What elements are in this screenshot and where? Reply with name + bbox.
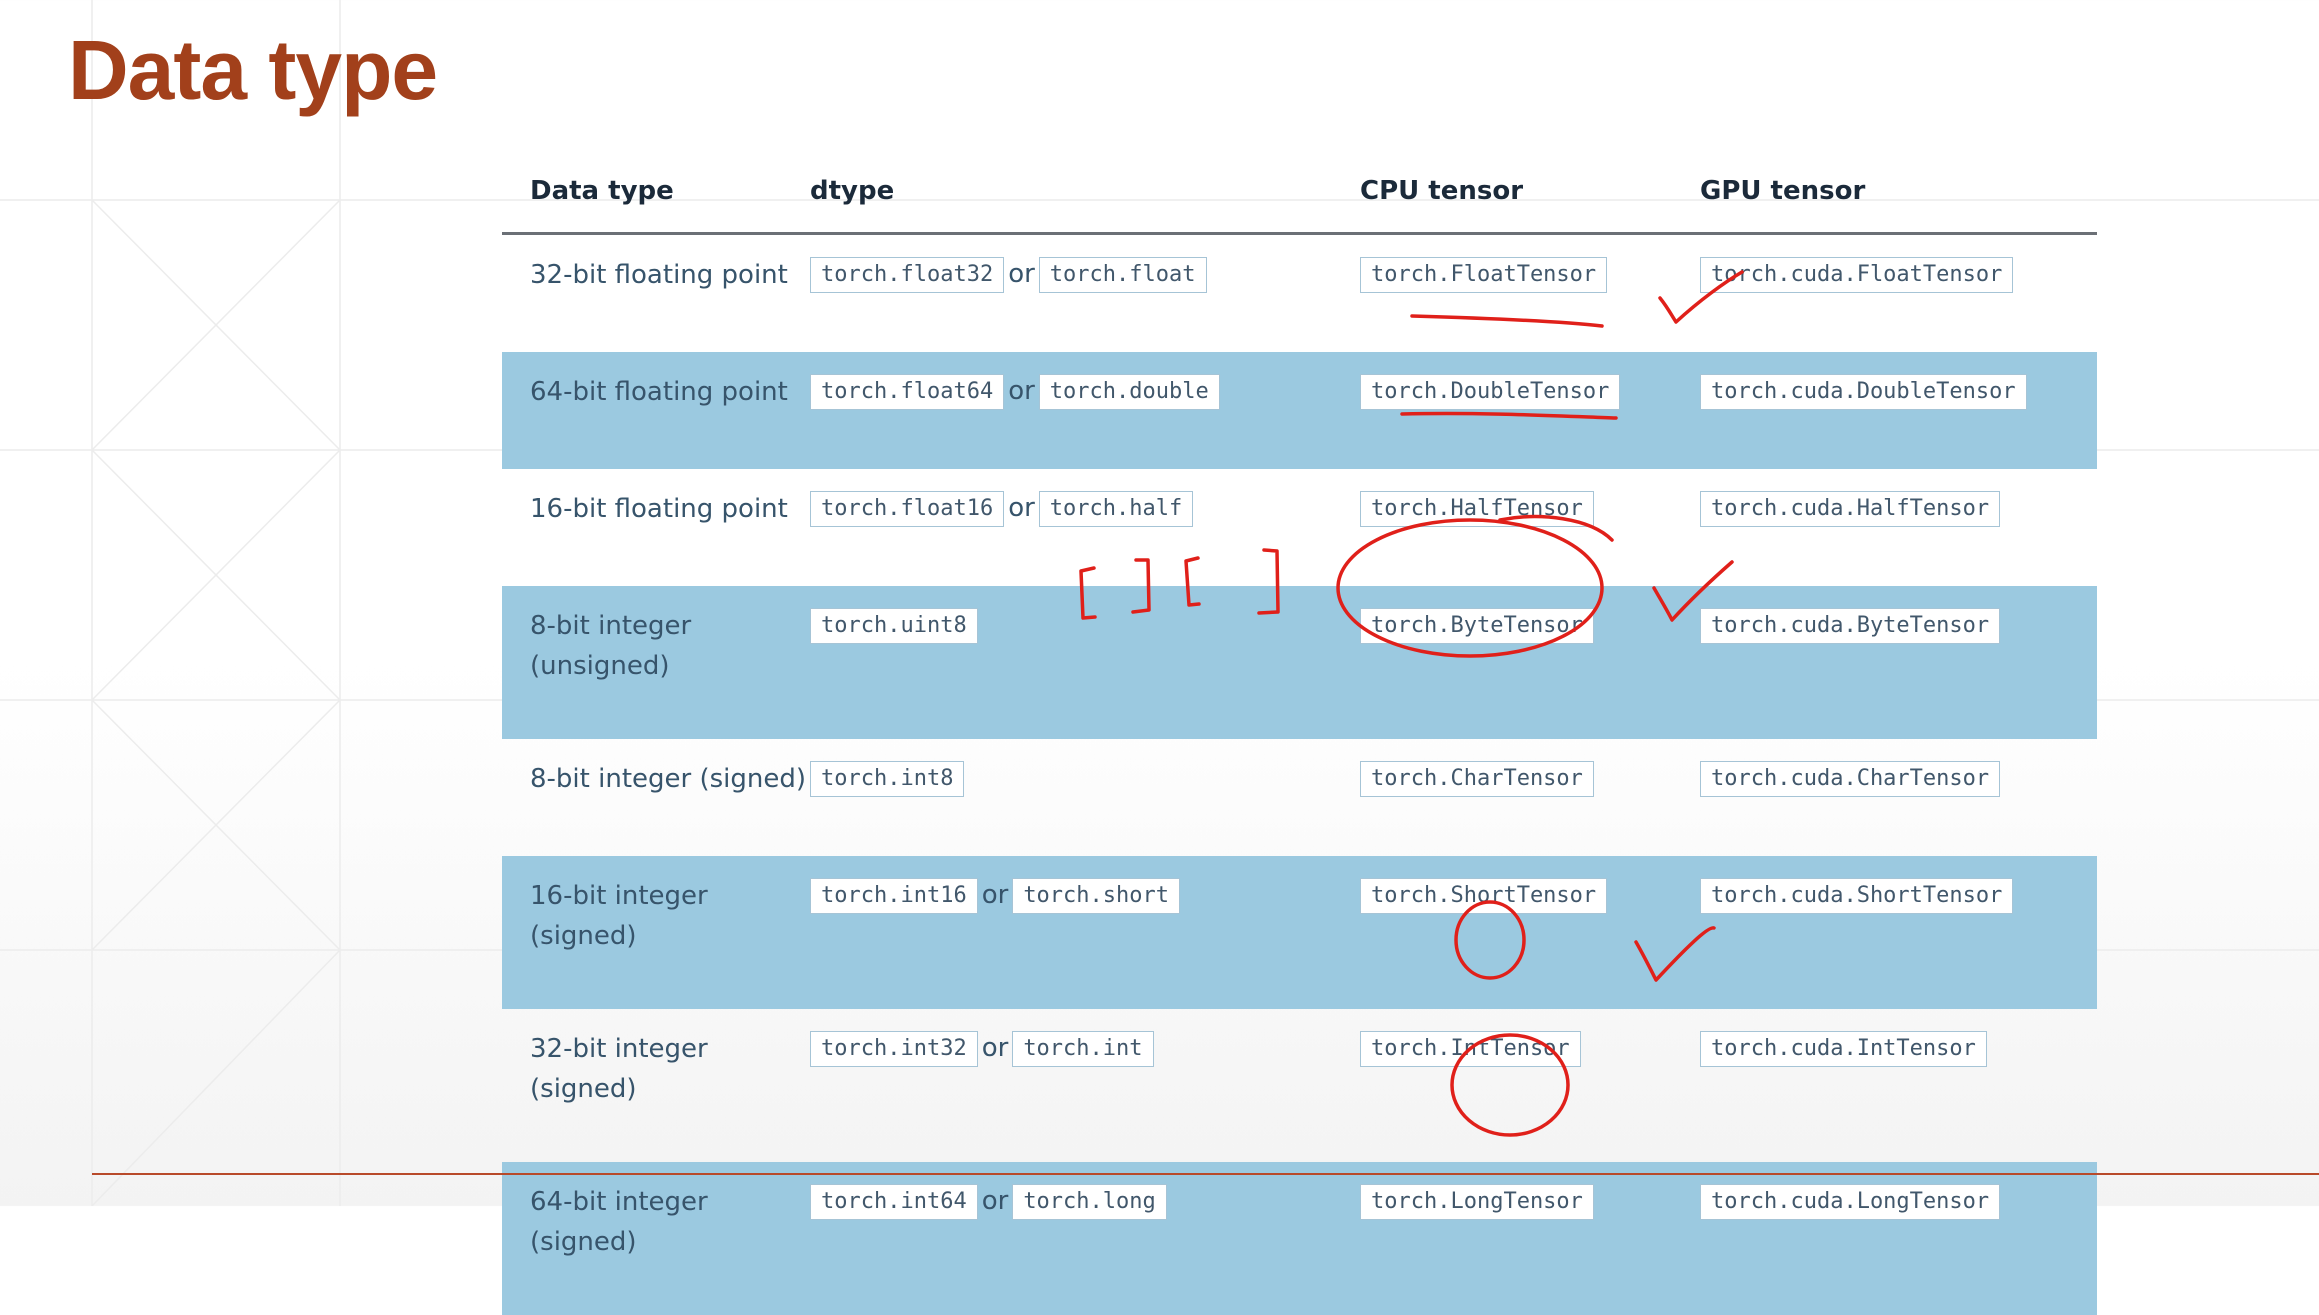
dtype-code: torch.int16 bbox=[810, 878, 978, 914]
dtype-alias-code: torch.double bbox=[1038, 374, 1220, 410]
cpu-tensor-code: torch.DoubleTensor bbox=[1360, 374, 1621, 410]
data-type-cell: 64-bit integer (signed) bbox=[502, 1162, 810, 1315]
gpu-tensor-cell: torch.cuda.FloatTensor bbox=[1700, 234, 2097, 353]
dtype-cell: torch.int64 or torch.long bbox=[810, 1162, 1360, 1315]
gpu-tensor-cell: torch.cuda.ShortTensor bbox=[1700, 856, 2097, 1009]
gpu-tensor-cell: torch.cuda.CharTensor bbox=[1700, 739, 2097, 856]
slide-title: Data type bbox=[68, 23, 438, 117]
cpu-tensor-code: torch.ByteTensor bbox=[1360, 608, 1594, 644]
cpu-tensor-code: torch.ShortTensor bbox=[1360, 878, 1608, 914]
gpu-tensor-code: torch.cuda.LongTensor bbox=[1700, 1184, 2001, 1220]
header-gpu-tensor: GPU tensor bbox=[1700, 150, 2097, 235]
cpu-tensor-cell: torch.DoubleTensor bbox=[1360, 352, 1700, 469]
gpu-tensor-code: torch.cuda.ShortTensor bbox=[1700, 878, 2014, 914]
or-text: or bbox=[981, 880, 1009, 910]
or-text: or bbox=[981, 1186, 1009, 1216]
dtype-cell: torch.float32 or torch.float bbox=[810, 234, 1360, 353]
header-cpu-tensor: CPU tensor bbox=[1360, 150, 1700, 235]
gpu-tensor-code: torch.cuda.DoubleTensor bbox=[1700, 374, 2027, 410]
dtype-code: torch.int8 bbox=[810, 761, 965, 797]
table-row: 32-bit floating point torch.float32 or tor… bbox=[502, 234, 2097, 353]
data-type-cell: 64-bit floating point bbox=[502, 352, 810, 469]
cpu-tensor-cell: torch.ShortTensor bbox=[1360, 856, 1700, 1009]
dtype-code: torch.float16 bbox=[810, 491, 1005, 527]
cpu-tensor-cell: torch.FloatTensor bbox=[1360, 234, 1700, 353]
gpu-tensor-cell: torch.cuda.IntTensor bbox=[1700, 1009, 2097, 1162]
cpu-tensor-code: torch.LongTensor bbox=[1360, 1184, 1594, 1220]
gpu-tensor-cell: torch.cuda.LongTensor bbox=[1700, 1162, 2097, 1315]
cpu-tensor-code: torch.FloatTensor bbox=[1360, 257, 1608, 293]
cpu-tensor-code: torch.CharTensor bbox=[1360, 761, 1594, 797]
cpu-tensor-cell: torch.HalfTensor bbox=[1360, 469, 1700, 586]
or-text: or bbox=[1008, 493, 1035, 523]
gpu-tensor-code: torch.cuda.FloatTensor bbox=[1700, 257, 2014, 293]
cpu-tensor-code: torch.HalfTensor bbox=[1360, 491, 1594, 527]
dtype-code: torch.uint8 bbox=[810, 608, 978, 644]
gpu-tensor-cell: torch.cuda.HalfTensor bbox=[1700, 469, 2097, 586]
table-row: 8-bit integer (unsigned) torch.uint8 tor… bbox=[502, 586, 2097, 739]
bottom-rule bbox=[92, 1173, 2319, 1175]
dtype-cell: torch.float16 or torch.half bbox=[810, 469, 1360, 586]
dtype-alias-code: torch.int bbox=[1012, 1031, 1154, 1067]
data-type-cell: 8-bit integer (unsigned) bbox=[502, 586, 810, 739]
dtype-cell: torch.int8 bbox=[810, 739, 1360, 856]
gpu-tensor-code: torch.cuda.ByteTensor bbox=[1700, 608, 2001, 644]
cpu-tensor-cell: torch.ByteTensor bbox=[1360, 586, 1700, 739]
dtype-alias-code: torch.short bbox=[1012, 878, 1181, 914]
dtype-code: torch.float64 bbox=[810, 374, 1005, 410]
dtype-code: torch.int32 bbox=[810, 1031, 978, 1067]
table-row: 8-bit integer (signed) torch.int8 torch.… bbox=[502, 739, 2097, 856]
gpu-tensor-cell: torch.cuda.ByteTensor bbox=[1700, 586, 2097, 739]
table-row: 32-bit integer (signed) torch.int32 or tor… bbox=[502, 1009, 2097, 1162]
dtype-cell: torch.int16 or torch.short bbox=[810, 856, 1360, 1009]
gpu-tensor-cell: torch.cuda.DoubleTensor bbox=[1700, 352, 2097, 469]
dtype-code: torch.int64 bbox=[810, 1184, 978, 1220]
data-type-table: Data type dtype CPU tensor GPU tensor 32… bbox=[502, 150, 2097, 1315]
dtype-alias-code: torch.long bbox=[1012, 1184, 1167, 1220]
header-data-type: Data type bbox=[502, 150, 810, 235]
or-text: or bbox=[1008, 376, 1035, 406]
data-type-cell: 32-bit integer (signed) bbox=[530, 1034, 708, 1104]
or-text: or bbox=[981, 1033, 1009, 1063]
dtype-cell: torch.float64 or torch.double bbox=[810, 352, 1360, 469]
gpu-tensor-code: torch.cuda.HalfTensor bbox=[1700, 491, 2001, 527]
dtype-alias-code: torch.float bbox=[1038, 257, 1207, 293]
cpu-tensor-code: torch.IntTensor bbox=[1360, 1031, 1581, 1067]
dtype-code: torch.float32 bbox=[810, 257, 1005, 293]
data-type-cell: 16-bit integer (signed) bbox=[502, 856, 810, 1009]
gpu-tensor-code: torch.cuda.IntTensor bbox=[1700, 1031, 1987, 1067]
data-type-cell: 8-bit integer (signed) bbox=[530, 764, 806, 794]
table-row: 64-bit integer (signed) torch.int64 or tor… bbox=[502, 1162, 2097, 1315]
data-type-cell: 16-bit floating point bbox=[530, 494, 788, 524]
dtype-cell: torch.int32 or torch.int bbox=[810, 1009, 1360, 1162]
table-row: 16-bit floating point torch.float16 or tor… bbox=[502, 469, 2097, 586]
table-header-row: Data type dtype CPU tensor GPU tensor bbox=[502, 150, 2097, 235]
gpu-tensor-code: torch.cuda.CharTensor bbox=[1700, 761, 2001, 797]
dtype-cell: torch.uint8 bbox=[810, 586, 1360, 739]
table-row: 64-bit floating point torch.float64 or tor… bbox=[502, 352, 2097, 469]
header-dtype: dtype bbox=[810, 150, 1360, 235]
cpu-tensor-cell: torch.CharTensor bbox=[1360, 739, 1700, 856]
cpu-tensor-cell: torch.IntTensor bbox=[1360, 1009, 1700, 1162]
table-row: 16-bit integer (signed) torch.int16 or tor… bbox=[502, 856, 2097, 1009]
cpu-tensor-cell: torch.LongTensor bbox=[1360, 1162, 1700, 1315]
data-type-cell: 32-bit floating point bbox=[530, 260, 788, 290]
or-text: or bbox=[1008, 259, 1035, 289]
dtype-alias-code: torch.half bbox=[1038, 491, 1194, 527]
